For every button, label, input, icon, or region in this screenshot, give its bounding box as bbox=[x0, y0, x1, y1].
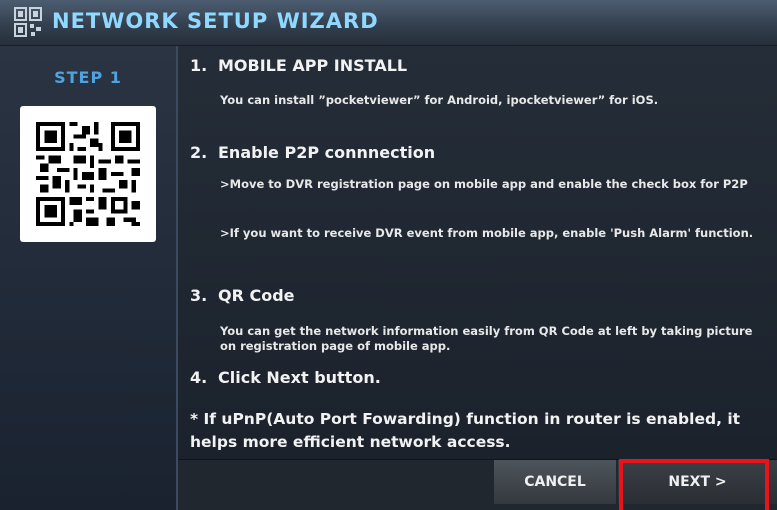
step-4-heading: 4. Click Next button. bbox=[190, 368, 381, 387]
step-2-heading: 2. Enable P2P connnection bbox=[190, 143, 436, 162]
qr-grid-icon bbox=[14, 7, 42, 37]
cancel-button[interactable]: CANCEL bbox=[494, 460, 616, 504]
step-label: STEP 1 bbox=[54, 68, 122, 87]
upnp-note: * If uPnP(Auto Port Fowarding) function … bbox=[190, 410, 741, 451]
step-1-heading: 1. MOBILE APP INSTALL bbox=[190, 56, 408, 75]
footer-bar: CANCEL NEXT > bbox=[178, 460, 777, 510]
step-2-text-2: >If you want to receive DVR event from m… bbox=[220, 226, 754, 240]
step-1-text: You can install ”pocketviewer” for Andro… bbox=[220, 93, 659, 107]
step-2-text-1: >Move to DVR registration page on mobile… bbox=[220, 177, 748, 191]
step-3-text: You can get the network information easi… bbox=[220, 324, 753, 353]
qr-code-image bbox=[20, 106, 156, 242]
sidebar: STEP 1 bbox=[0, 46, 178, 510]
window-title: NETWORK SETUP WIZARD bbox=[52, 9, 379, 33]
title-bar: NETWORK SETUP WIZARD bbox=[0, 0, 777, 46]
next-button[interactable]: NEXT > bbox=[618, 460, 777, 504]
qr-code-icon bbox=[36, 122, 140, 226]
instructions-panel: 1. MOBILE APP INSTALL You can install ”po… bbox=[178, 46, 777, 459]
step-3-heading: 3. QR Code bbox=[190, 286, 295, 305]
network-setup-wizard-window: NETWORK SETUP WIZARD STEP 1 1. MOBILE AP… bbox=[0, 0, 777, 510]
